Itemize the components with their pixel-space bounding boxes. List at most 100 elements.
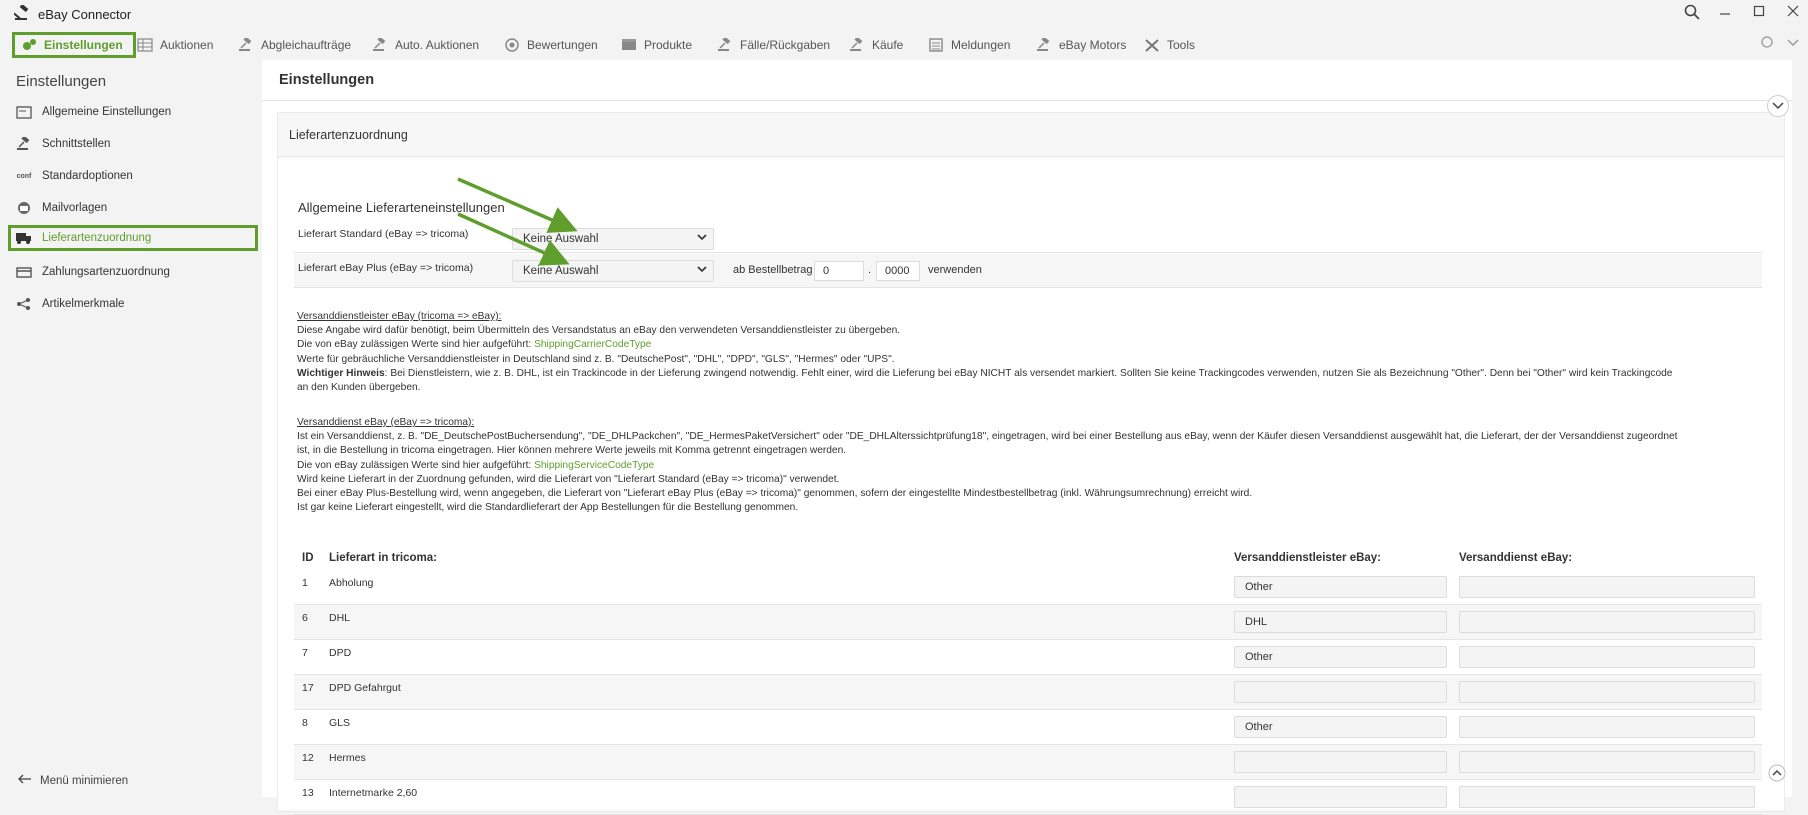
sidebar-item-lieferartenzuordnung[interactable]: Lieferartenzuordnung [8,225,258,251]
service-input[interactable] [1459,716,1755,738]
carrier-input[interactable]: Other [1234,716,1447,738]
menu-meldungen[interactable]: Meldungen [928,32,1010,58]
info-line: Ist gar keine Lieferart eingestellt, wir… [297,502,799,514]
menu-kaeufe[interactable]: Käufe [849,32,903,58]
sidebar-item-label: Standardoptionen [42,170,133,182]
min-amount-label: ab Bestellbetrag € [733,264,822,276]
chevron-down-icon [697,232,707,245]
carrier-code-link[interactable]: ShippingCarrierCodeType [534,339,651,350]
table-row: 7 DPD Other [294,640,1762,675]
sidebar-item-mailvorlagen[interactable]: Mailvorlagen [14,195,254,221]
window-icon [14,105,34,119]
service-code-link[interactable]: ShippingServiceCodeType [534,460,654,471]
row-name: Hermes [329,752,366,764]
refresh-icon[interactable] [1760,35,1774,52]
scroll-up-button[interactable] [1768,764,1786,787]
row-id: 17 [302,682,314,694]
carrier-input[interactable] [1234,786,1447,808]
section-title: Allgemeine Lieferarteneinstellungen [298,200,505,215]
standard-shipping-label: Lieferart Standard (eBay => tricoma) [298,228,469,240]
service-input[interactable] [1459,576,1755,598]
carrier-input[interactable] [1234,751,1447,773]
conf-icon: conf [16,172,32,180]
service-input[interactable] [1459,681,1755,703]
sidebar-item-zahlungsartenzuordnung[interactable]: Zahlungsartenzuordnung [14,259,254,285]
col-header-carrier: Versanddienstleister eBay: [1234,552,1382,564]
menu-bewertungen[interactable]: Bewertungen [504,32,598,58]
gavel-icon [14,137,34,151]
sidebar-item-standardoptionen[interactable]: conf Standardoptionen [14,163,254,189]
menu-label: Abgleichaufträge [261,38,352,52]
info-line: Wird keine Lieferart in der Zuordnung ge… [297,473,840,485]
service-input[interactable] [1459,751,1755,773]
service-input[interactable] [1459,646,1755,668]
minimize-menu-label: Menü minimieren [40,774,129,787]
standard-shipping-select[interactable]: Keine Auswahl [512,228,714,250]
row-name: Abholung [329,577,374,589]
minimize-icon[interactable] [1718,4,1732,22]
search-icon[interactable] [1684,4,1700,24]
carrier-input[interactable]: Other [1234,576,1447,598]
menu-label: eBay Motors [1059,38,1127,52]
menu-label: Meldungen [951,38,1011,52]
col-header-service: Versanddienst eBay: [1459,552,1573,564]
panel-header[interactable]: Lieferartenzuordnung [278,113,1784,157]
collapse-panel-button[interactable] [1767,95,1789,117]
menu-label: Produkte [644,38,693,52]
info-line: an den Kunden übergeben. [297,382,421,394]
row-name: GLS [329,717,351,729]
carrier-input[interactable]: DHL [1234,611,1447,633]
payment-icon [14,265,34,279]
menu-label: Bewertungen [527,38,598,52]
setting-row-standard: Lieferart Standard (eBay => tricoma) Kei… [294,220,1762,253]
table-row: 17 DPD Gefahrgut [294,675,1762,710]
menu-abgleichauftraege[interactable]: Abgleichaufträge [238,32,351,58]
info-line: ist, in die Bestellung in tricoma einget… [297,445,847,457]
truck-icon [14,231,34,245]
menu-einstellungen[interactable]: Einstellungen [12,32,136,58]
min-amount-dec-input[interactable]: 0000 [876,261,920,281]
min-amount-int-input[interactable]: 0 [814,261,864,281]
minimize-menu-button[interactable]: Menü minimieren [18,774,128,787]
carrier-input[interactable]: Other [1234,646,1447,668]
info-text: Die von eBay zulässigen Werte sind hier … [297,339,535,351]
sidebar-item-label: Allgemeine Einstellungen [42,106,172,118]
list-icon [929,38,943,52]
gavel-icon [13,3,32,26]
carrier-info: Versanddienstleister eBay (tricoma => eB… [297,310,1777,395]
plus-shipping-label: Lieferart eBay Plus (eBay => tricoma) [298,262,474,274]
select-value: Keine Auswahl [523,265,599,277]
menu-produkte[interactable]: Produkte [621,32,692,58]
menu-faelle-rueckgaben[interactable]: Fälle/Rückgaben [717,32,830,58]
row-id: 6 [302,612,308,624]
service-input[interactable] [1459,786,1755,808]
menu-tools[interactable]: Tools [1144,32,1195,58]
menu-auto-auktionen[interactable]: Auto. Auktionen [372,32,479,58]
gavel-icon [850,38,863,51]
carrier-input[interactable] [1234,681,1447,703]
menu-auktionen[interactable]: Auktionen [137,32,213,58]
chevron-down-icon[interactable] [1786,35,1800,52]
close-icon[interactable] [1786,4,1800,22]
table-row: 8 GLS Other [294,710,1762,745]
plus-shipping-select[interactable]: Keine Auswahl [512,260,714,282]
row-name: Internetmarke 2,60 [329,787,418,799]
col-header-name: Lieferart in tricoma: [329,552,437,564]
tools-icon [1145,39,1159,52]
use-label: verwenden [928,264,982,276]
sidebar-item-schnittstellen[interactable]: Schnittstellen [14,131,254,157]
nodes-icon [14,297,34,311]
menu-ebay-motors[interactable]: eBay Motors [1036,32,1126,58]
sidebar: Einstellungen Allgemeine Einstellungen S… [0,60,262,797]
sidebar-item-allgemeine-einstellungen[interactable]: Allgemeine Einstellungen [14,99,254,125]
info-text: Die von eBay zulässigen Werte sind hier … [297,459,535,471]
sidebar-item-artikelmerkmale[interactable]: Artikelmerkmale [14,291,254,317]
panel-title: Lieferartenzuordnung [289,128,408,142]
row-id: 1 [302,577,308,589]
maximize-icon[interactable] [1752,4,1766,22]
gavel-icon [1037,38,1050,51]
box-icon [622,39,636,50]
main-content: Einstellungen Lieferartenzuordnung Allge… [262,60,1792,815]
grid-icon [137,38,153,52]
service-input[interactable] [1459,611,1755,633]
